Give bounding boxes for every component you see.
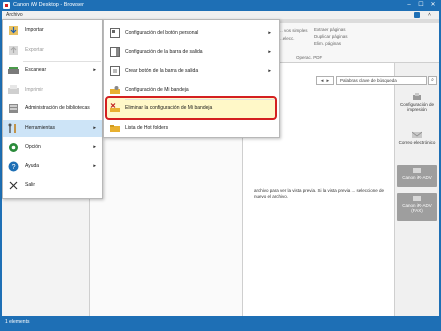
submenu-item-label: Configuración del botón personal <box>125 30 199 36</box>
duplicate-pages-button[interactable]: Duplicar páginas <box>314 34 348 39</box>
print-settings-button[interactable]: Configuración de impresión <box>397 92 437 113</box>
status-text: 1 elements <box>5 319 30 325</box>
menu-item-administracion-bibliotecas[interactable]: Administración de bibliotecas <box>3 100 102 117</box>
menu-item-salir[interactable]: Salir <box>3 177 102 194</box>
delete-pages-button[interactable]: Elim. páginas <box>314 41 341 46</box>
import-icon <box>9 26 18 35</box>
submenu-item-create-output-button[interactable]: Crear botón de la barra de salida ► <box>103 62 278 81</box>
file-menu: Importar Exportar Escanear ► Imprimir Ad… <box>2 19 103 199</box>
my-tray-config-icon <box>110 86 120 94</box>
email-button[interactable]: Correo electrónico <box>397 130 437 151</box>
submenu-item-label: Eliminar la configuración de Mi bandeja <box>125 105 213 111</box>
option-icon <box>9 143 18 152</box>
hot-folders-icon <box>110 125 120 132</box>
submenu-arrow-icon: ► <box>92 163 97 168</box>
menu-item-ayuda[interactable]: ? Ayuda ► <box>3 158 102 175</box>
canon-ir-adv-button[interactable]: Canon iR-ADV <box>397 165 437 187</box>
canon-fax-icon <box>413 196 421 201</box>
print-settings-icon <box>413 93 421 100</box>
maximize-button[interactable]: ☐ <box>415 1 427 10</box>
status-bar: 1 elements <box>2 316 439 329</box>
extract-pages-button[interactable]: Extraer páginas <box>314 27 346 32</box>
menu-item-importar[interactable]: Importar <box>3 22 102 39</box>
menu-item-label: Salir <box>25 182 36 188</box>
submenu-item-label: Crear botón de la barra de salida <box>125 68 199 74</box>
canon-ir-adv-label: Canon iR-ADV <box>402 175 432 180</box>
menu-item-escanear[interactable]: Escanear ► <box>3 62 102 79</box>
submenu-arrow-icon: ► <box>92 144 97 149</box>
minimize-button[interactable]: – <box>403 1 415 10</box>
export-icon <box>9 46 18 55</box>
email-label: Correo electrónico <box>398 140 436 145</box>
menu-item-label: Escanear <box>25 67 47 73</box>
menu-item-exportar[interactable]: Exportar <box>3 42 102 59</box>
menu-item-label: Ayuda <box>25 163 40 169</box>
menu-collapse-icon[interactable]: ˄ <box>428 12 431 18</box>
submenu-item-label: Lista de Hot folders <box>125 125 169 131</box>
menu-item-label: Imprimir <box>25 87 44 93</box>
personal-button-config-icon <box>110 28 120 38</box>
help-icon[interactable] <box>414 12 420 18</box>
submenu-item-my-tray-config[interactable]: Configuración de Mi bandeja <box>103 81 278 100</box>
preview-message: archivo para ver la vista previa. Si la … <box>254 188 385 199</box>
ribbon-group-label: Operac. PDF <box>296 55 323 60</box>
create-output-button-icon <box>110 66 120 76</box>
menu-archivo[interactable]: Archivo <box>6 12 23 18</box>
submenu-arrow-icon: ► <box>267 30 272 35</box>
menu-item-opcion[interactable]: Opción ► <box>3 139 102 156</box>
menu-item-label: Herramientas <box>25 125 56 131</box>
menu-bar: Archivo ˄ <box>2 11 439 19</box>
submenu-item-hot-folders[interactable]: Lista de Hot folders <box>103 119 278 138</box>
submenu-item-label: Configuración de Mi bandeja <box>125 87 189 93</box>
canon-printer-icon <box>413 168 421 173</box>
print-settings-label: Configuración de impresión <box>399 102 435 112</box>
window-title: Canon iW Desktop - Browser <box>13 2 84 8</box>
title-bar: Canon iW Desktop - Browser – ☐ ✕ <box>0 0 441 11</box>
ribbon-item[interactable]: ...elecc. <box>279 36 295 41</box>
canon-ir-adv-fax-button[interactable]: Canon iR-ADV (FAX) <box>397 193 437 221</box>
ribbon-item[interactable]: ... vos simples <box>279 28 308 33</box>
submenu-item-personal-button-config[interactable]: Configuración del botón personal ► <box>103 24 278 43</box>
menu-item-label: Administración de bibliotecas <box>25 105 90 111</box>
delete-my-tray-config-icon <box>110 103 120 112</box>
tools-submenu-items: Configuración del botón personal ► Confi… <box>103 19 280 138</box>
close-button[interactable]: ✕ <box>427 1 439 10</box>
nav-arrows-button[interactable]: ◄ ► <box>316 76 334 85</box>
output-bar-config-icon <box>110 47 120 57</box>
canon-ir-adv-fax-label: Canon iR-ADV (FAX) <box>402 203 432 213</box>
submenu-arrow-icon: ► <box>267 49 272 54</box>
svg-text:?: ? <box>12 164 16 171</box>
menu-item-herramientas[interactable]: Herramientas ► <box>3 120 102 137</box>
email-icon <box>412 131 422 138</box>
tools-icon <box>8 123 16 133</box>
printer-icon <box>8 85 19 94</box>
menu-item-label: Importar <box>25 27 44 33</box>
submenu-item-output-bar-config[interactable]: Configuración de la barra de salida ► <box>103 43 278 62</box>
library-admin-icon <box>9 104 18 113</box>
close-x-icon <box>9 181 18 190</box>
search-keywords-dropdown[interactable]: Palabras clave de búsqueda <box>336 76 427 85</box>
scanner-icon <box>8 67 19 74</box>
submenu-arrow-icon: ► <box>267 68 272 73</box>
help-circle-icon: ? <box>8 161 19 172</box>
submenu-item-delete-my-tray-config[interactable]: Eliminar la configuración de Mi bandeja <box>103 99 278 118</box>
app-logo-icon <box>3 2 10 9</box>
submenu-arrow-icon: ► <box>92 125 97 130</box>
submenu-item-label: Configuración de la barra de salida <box>125 49 203 55</box>
menu-item-label: Exportar <box>25 47 44 53</box>
menu-item-imprimir[interactable]: Imprimir <box>3 82 102 99</box>
submenu-arrow-icon: ► <box>92 67 97 72</box>
search-icon[interactable]: ⌕ <box>428 76 437 85</box>
menu-item-label: Opción <box>25 144 41 150</box>
